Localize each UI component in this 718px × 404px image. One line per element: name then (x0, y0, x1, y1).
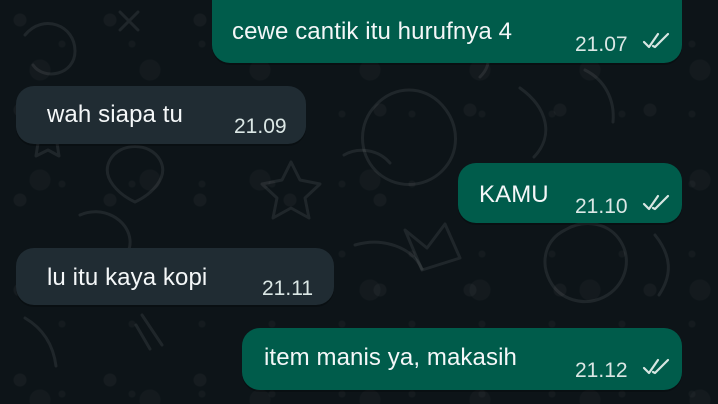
message-time: 21.11 (262, 277, 313, 300)
message-text: item manis ya, makasih (264, 344, 517, 371)
message-text: lu itu kaya kopi (47, 264, 208, 291)
message-text: wah siapa tu (47, 101, 183, 128)
message-bubble-outgoing[interactable]: item manis ya, makasih 21.12 (242, 328, 682, 390)
message-time: 21.12 (575, 359, 628, 382)
message-bubble-incoming[interactable]: lu itu kaya kopi 21.11 (16, 248, 334, 305)
message-time: 21.07 (575, 33, 628, 56)
message-time: 21.09 (234, 115, 287, 138)
double-check-icon (642, 194, 670, 211)
message-bubble-outgoing[interactable]: cewe cantik itu hurufnya 4 21.07 (212, 0, 682, 63)
message-time: 21.10 (575, 195, 628, 218)
message-bubble-outgoing[interactable]: KAMU 21.10 (458, 163, 682, 223)
message-text: cewe cantik itu hurufnya 4 (232, 18, 513, 45)
double-check-icon (642, 32, 670, 49)
double-check-icon (642, 358, 670, 375)
message-bubble-incoming[interactable]: wah siapa tu 21.09 (16, 86, 306, 144)
message-text: KAMU (479, 181, 549, 208)
